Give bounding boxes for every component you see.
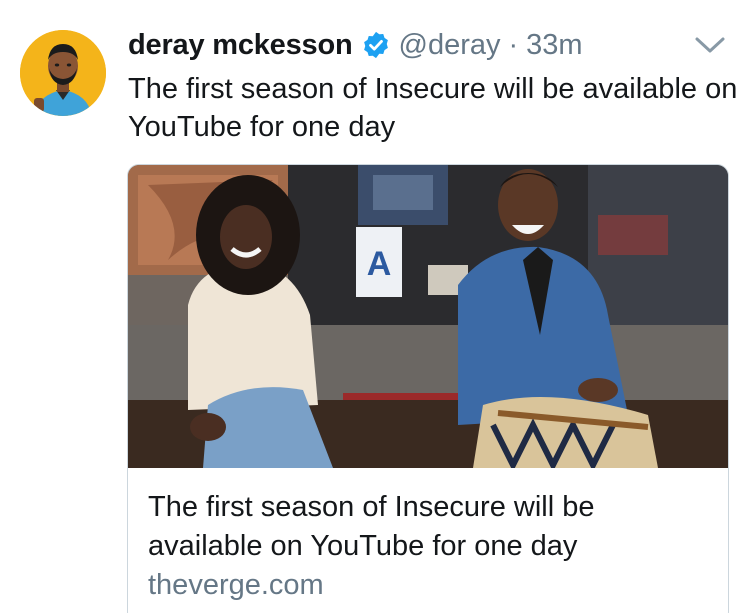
card-body: The first season of Insecure will be ava… <box>128 468 728 604</box>
avatar[interactable] <box>20 30 106 116</box>
verified-badge-icon <box>361 30 391 60</box>
tweet-header: deray mckesson @deray · 33m <box>128 26 583 64</box>
card-title[interactable]: The first season of Insecure will be ava… <box>148 488 710 566</box>
tweet[interactable]: deray mckesson @deray · 33m The first se… <box>0 0 750 613</box>
card-image[interactable]: A <box>128 165 728 468</box>
display-name[interactable]: deray mckesson <box>128 26 353 64</box>
user-handle[interactable]: @deray <box>399 26 501 64</box>
svg-text:A: A <box>367 245 392 283</box>
link-card[interactable]: A The first season of Insecure will be a… <box>127 164 729 613</box>
chevron-down-icon[interactable] <box>692 30 728 60</box>
tweet-text: The first season of Insecure will be ava… <box>128 73 738 143</box>
avatar-illustration <box>20 30 106 116</box>
separator-dot: · <box>508 29 519 61</box>
card-domain: theverge.com <box>148 569 324 601</box>
timestamp[interactable]: 33m <box>526 26 582 64</box>
